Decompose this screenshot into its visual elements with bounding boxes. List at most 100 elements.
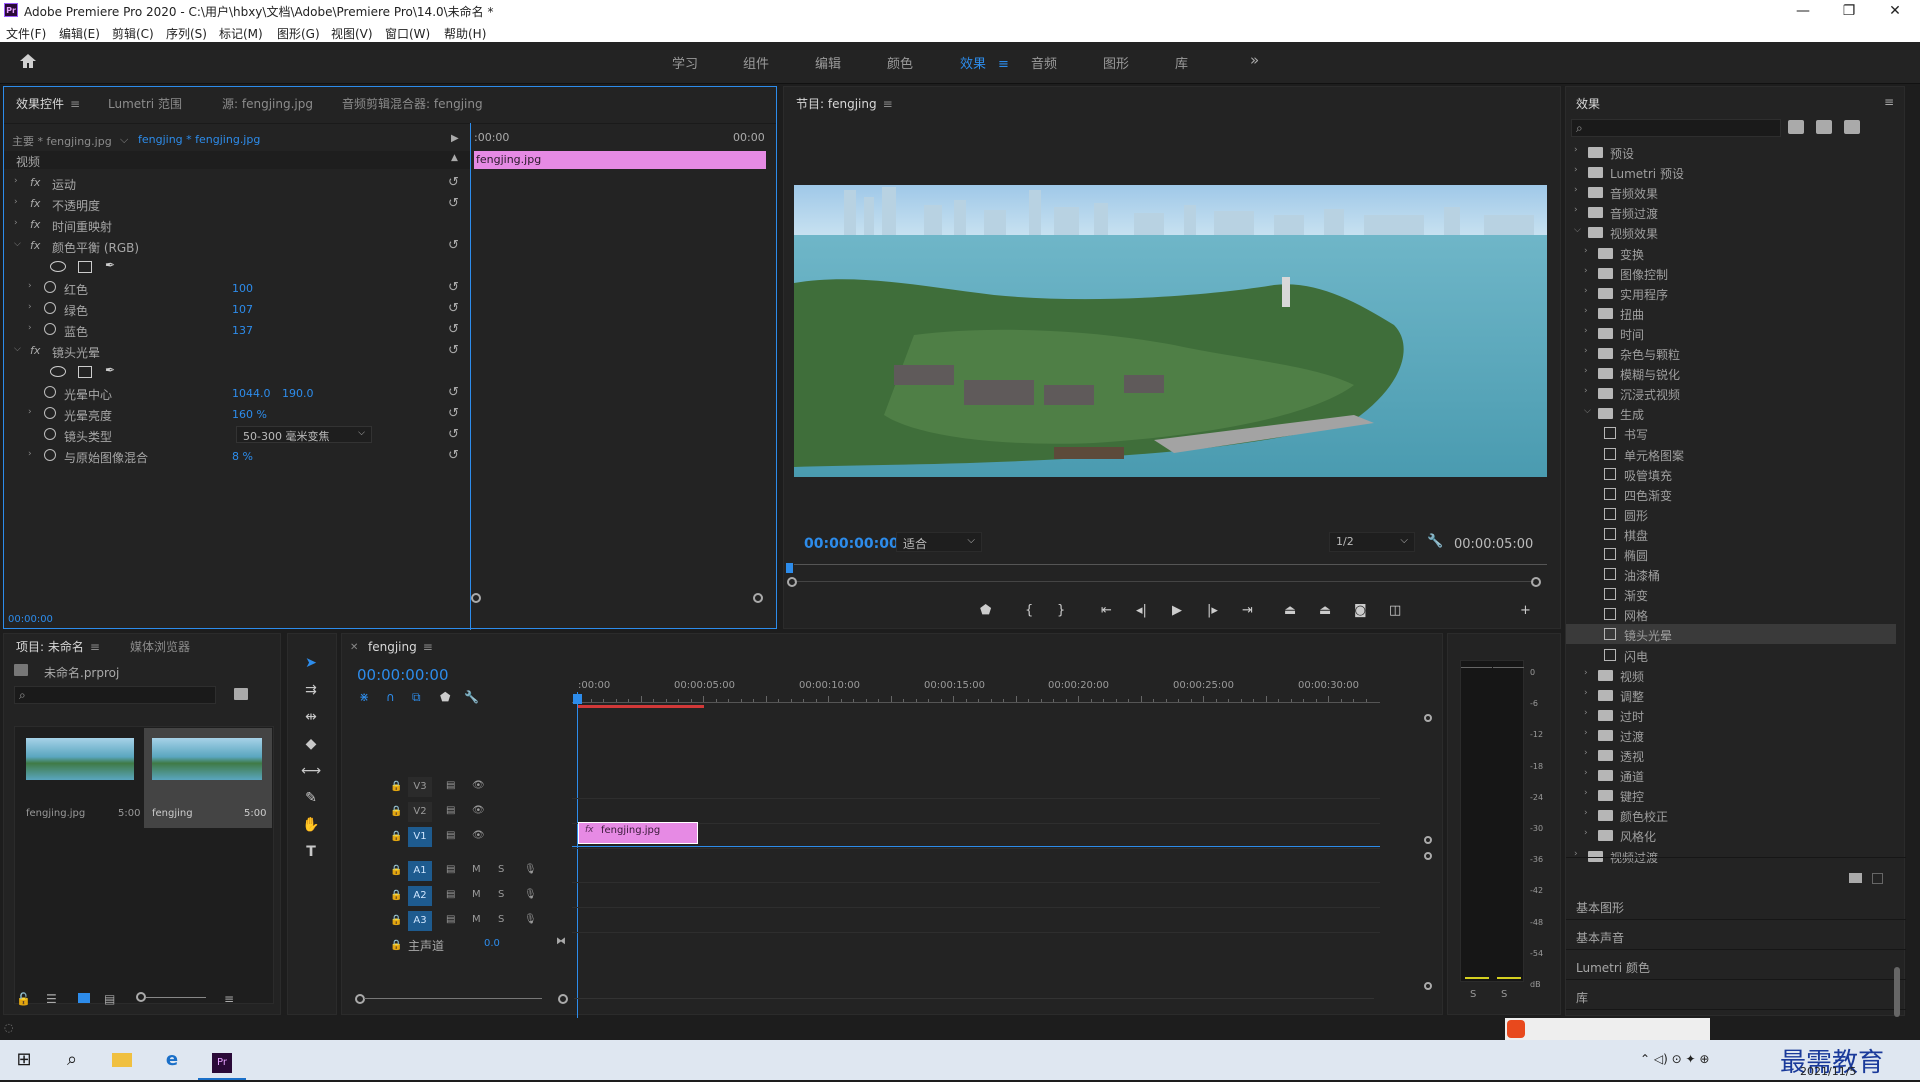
- mark-in-icon[interactable]: {: [1025, 603, 1033, 618]
- menu-item[interactable]: 窗口(W): [385, 25, 430, 42]
- file-explorer-icon[interactable]: [98, 1040, 146, 1080]
- export-frame-icon[interactable]: ◙: [1354, 603, 1367, 618]
- panel-menu-icon[interactable]: ≡: [1884, 95, 1894, 109]
- property-value[interactable]: 190.0: [282, 387, 314, 400]
- a-zoom-handle-mid[interactable]: [1424, 852, 1432, 860]
- workspace-tab[interactable]: 库: [1175, 53, 1188, 72]
- track-target[interactable]: A1: [408, 861, 432, 881]
- search-icon[interactable]: ⌕: [48, 1040, 96, 1080]
- effects-tree-item[interactable]: › 扭曲: [1566, 303, 1896, 323]
- workspace-tab[interactable]: 学习: [672, 53, 698, 72]
- edge-icon[interactable]: e: [148, 1040, 196, 1080]
- effects-tree-item[interactable]: 单元格图案: [1566, 444, 1896, 464]
- menu-item[interactable]: 标记(M): [219, 25, 263, 42]
- restore-button[interactable]: ❐: [1826, 0, 1872, 22]
- effects-tree-item[interactable]: › 调整: [1566, 685, 1896, 705]
- effects-tree-item[interactable]: ⌵ 生成: [1566, 403, 1896, 423]
- chevron-down-icon[interactable]: ⌵: [120, 133, 128, 147]
- effects-tree-item[interactable]: › 杂色与颗粒: [1566, 343, 1896, 363]
- effects-tree-item[interactable]: 椭圆: [1566, 544, 1896, 564]
- effects-tree-item[interactable]: 网格: [1566, 604, 1896, 624]
- effects-tree-item[interactable]: › 预设: [1566, 142, 1896, 162]
- track-header[interactable]: 🔒 V3 ▤ 👁: [342, 775, 582, 799]
- program-video-frame[interactable]: [794, 185, 1547, 477]
- go-to-in-icon[interactable]: ⇤: [1101, 603, 1112, 618]
- ec-clip-bar[interactable]: fengjing.jpg: [474, 151, 766, 169]
- solo-right-button[interactable]: S: [1501, 989, 1507, 1000]
- linked-selection-icon[interactable]: ⧉: [412, 690, 421, 705]
- program-playhead[interactable]: [786, 563, 793, 573]
- effect-controls-tab[interactable]: 效果控件 ≡: [16, 95, 80, 112]
- nest-icon[interactable]: ⋇: [359, 690, 369, 704]
- effects-tree-item[interactable]: › Lumetri 预设: [1566, 162, 1896, 182]
- reset-icon[interactable]: ↺: [448, 175, 459, 190]
- workspace-tab[interactable]: 编辑: [815, 53, 841, 72]
- effect-property-row[interactable]: ⌵ fx 颜色平衡 (RGB) ↺: [4, 236, 474, 256]
- sequence-clip-label[interactable]: fengjing * fengjing.jpg: [138, 133, 260, 146]
- media-browser-tab[interactable]: 媒体浏览器: [130, 638, 190, 655]
- fit-dropdown[interactable]: 适合 ⌵: [896, 532, 982, 552]
- timeline-clip[interactable]: fx fengjing.jpg: [578, 822, 698, 844]
- sort-icon[interactable]: ≡: [224, 992, 234, 1006]
- reset-icon[interactable]: ↺: [448, 448, 459, 463]
- effects-tree-item[interactable]: › 视频: [1566, 665, 1896, 685]
- menu-item[interactable]: 帮助(H): [444, 25, 486, 42]
- ec-timecode[interactable]: 00:00:00: [8, 614, 53, 625]
- effect-property-row[interactable]: › fx 时间重映射: [4, 215, 474, 235]
- ripple-edit-tool-icon[interactable]: ⇹: [300, 706, 322, 728]
- project-search-input[interactable]: ⌕: [14, 686, 216, 704]
- property-value[interactable]: 160 %: [232, 408, 267, 421]
- sogou-icon[interactable]: [1507, 1020, 1525, 1038]
- program-tab[interactable]: 节目: fengjing ≡: [796, 95, 893, 112]
- find-icon[interactable]: [234, 688, 248, 700]
- effects-tree-item[interactable]: 圆形: [1566, 504, 1896, 524]
- effects-tree-item[interactable]: › 音频效果: [1566, 182, 1896, 202]
- effects-tree-item[interactable]: ⌵ 视频效果: [1566, 222, 1896, 242]
- effects-tree-item[interactable]: › 视频过渡: [1566, 846, 1896, 866]
- premiere-taskbar-icon[interactable]: Pr: [198, 1040, 246, 1080]
- effects-tree-item[interactable]: › 通道: [1566, 765, 1896, 785]
- v-zoom-handle-mid[interactable]: [1424, 836, 1432, 844]
- track-target[interactable]: A3: [408, 911, 432, 931]
- mask-tools[interactable]: ✒: [50, 363, 130, 380]
- selection-tool-icon[interactable]: ➤: [300, 652, 322, 674]
- freeform-view-icon[interactable]: ▤: [104, 992, 115, 1006]
- step-forward-icon[interactable]: |▸: [1207, 603, 1218, 618]
- go-to-out-icon[interactable]: ⇥: [1242, 603, 1253, 618]
- track-header[interactable]: 🔒 V1 ▤ 👁: [342, 825, 582, 849]
- effects-tree-item[interactable]: 渐变: [1566, 584, 1896, 604]
- effect-property-row[interactable]: › fx 运动 ↺: [4, 173, 474, 193]
- track-header[interactable]: 🔒 A3 ▤ M S 🎙: [342, 909, 582, 933]
- reset-icon[interactable]: ↺: [448, 301, 459, 316]
- effects-tree-item[interactable]: 棋盘: [1566, 524, 1896, 544]
- master-track[interactable]: 🔒 主声道 0.0 ⧓: [342, 934, 582, 958]
- effect-property-row[interactable]: 光晕中心 1044.0 190.0 ↺: [4, 383, 474, 403]
- ec-zoom-handle-left[interactable]: [471, 593, 481, 603]
- tray-icons[interactable]: ⌃ ◁) ⊙ ✦ ⊕: [1640, 1052, 1709, 1066]
- menu-item[interactable]: 视图(V): [331, 25, 373, 42]
- program-timecode[interactable]: 00:00:00:00: [804, 536, 899, 552]
- collapse-icon[interactable]: ▲: [451, 153, 458, 163]
- effects-tree-item[interactable]: › 过渡: [1566, 725, 1896, 745]
- effects-section[interactable]: 库: [1576, 989, 1588, 1006]
- ec-zoom-handle-right[interactable]: [753, 593, 763, 603]
- accelerated-effects-icon[interactable]: [1788, 120, 1804, 134]
- timeline-tab[interactable]: fengjing ≡: [368, 640, 433, 654]
- lift-icon[interactable]: ⏏: [1284, 603, 1296, 618]
- effect-property-row[interactable]: › fx 不透明度 ↺: [4, 194, 474, 214]
- wrench-icon[interactable]: 🔧: [1427, 534, 1443, 549]
- step-back-icon[interactable]: ◂|: [1136, 603, 1147, 618]
- type-tool-icon[interactable]: T: [300, 841, 322, 863]
- icon-view-icon[interactable]: [78, 993, 90, 1003]
- effect-controls-tab[interactable]: Lumetri 范围: [108, 95, 182, 112]
- reset-icon[interactable]: ↺: [448, 238, 459, 253]
- a-zoom-handle-bottom[interactable]: [1424, 982, 1432, 990]
- reset-icon[interactable]: ↺: [448, 385, 459, 400]
- effects-tree-item[interactable]: › 模糊与锐化: [1566, 363, 1896, 383]
- more-workspaces-icon[interactable]: »: [1250, 51, 1259, 69]
- yuv-effects-icon[interactable]: [1844, 120, 1860, 134]
- project-item-image[interactable]: fengjing.jpg 5:00: [16, 728, 144, 828]
- property-value[interactable]: 100: [232, 282, 253, 295]
- effects-tree-item[interactable]: › 图像控制: [1566, 263, 1896, 283]
- track-target[interactable]: V2: [408, 802, 432, 822]
